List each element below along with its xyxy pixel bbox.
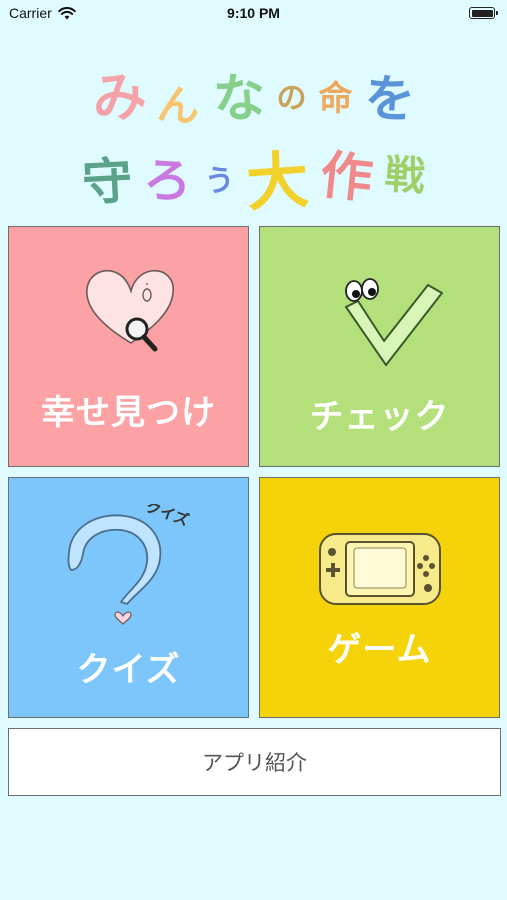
check-label: チェック	[309, 397, 450, 437]
title-character: 大	[244, 142, 312, 221]
happiness-finder-button[interactable]: 幸せ見つけ	[8, 226, 249, 467]
battery-icon	[469, 7, 498, 19]
status-time: 9:10 PM	[227, 5, 280, 21]
happiness-finder-label: 幸せ見つけ	[41, 393, 216, 433]
title-character: 守	[81, 151, 135, 213]
check-button[interactable]: チェック	[259, 226, 500, 467]
title-character: み	[90, 64, 149, 131]
heart-magnifier-icon	[86, 269, 175, 352]
title-line-1: みんなの命を	[0, 53, 507, 132]
title-character: う	[204, 164, 235, 199]
question-mark-icon: クイズ	[67, 504, 191, 625]
title-character: の	[276, 81, 307, 116]
about-app-button[interactable]: アプリ紹介	[8, 728, 501, 796]
title-character: を	[362, 68, 417, 130]
checkmark-eyes-icon	[345, 278, 443, 366]
status-bar: Carrier 9:10 PM	[0, 0, 507, 28]
quiz-button[interactable]: クイズ クイズ	[8, 477, 249, 718]
game-button[interactable]: ゲーム	[259, 477, 500, 718]
title-character: ろ	[141, 150, 195, 211]
game-label: ゲーム	[327, 630, 432, 670]
game-console-icon	[319, 533, 441, 605]
title-character: 命	[318, 79, 353, 119]
title-character: ん	[155, 78, 203, 133]
battery-level	[471, 9, 493, 17]
title-line-2: 守ろう大作戦	[0, 127, 507, 220]
quiz-label: クイズ	[76, 650, 181, 690]
title-character: 戦	[382, 151, 426, 201]
title-character: 作	[316, 145, 375, 211]
app-title: みんなの命を 守ろう大作戦	[0, 45, 507, 220]
title-character: な	[211, 67, 267, 131]
quiz-art-text: クイズ	[143, 504, 191, 530]
about-app-label: アプリ紹介	[202, 751, 307, 775]
